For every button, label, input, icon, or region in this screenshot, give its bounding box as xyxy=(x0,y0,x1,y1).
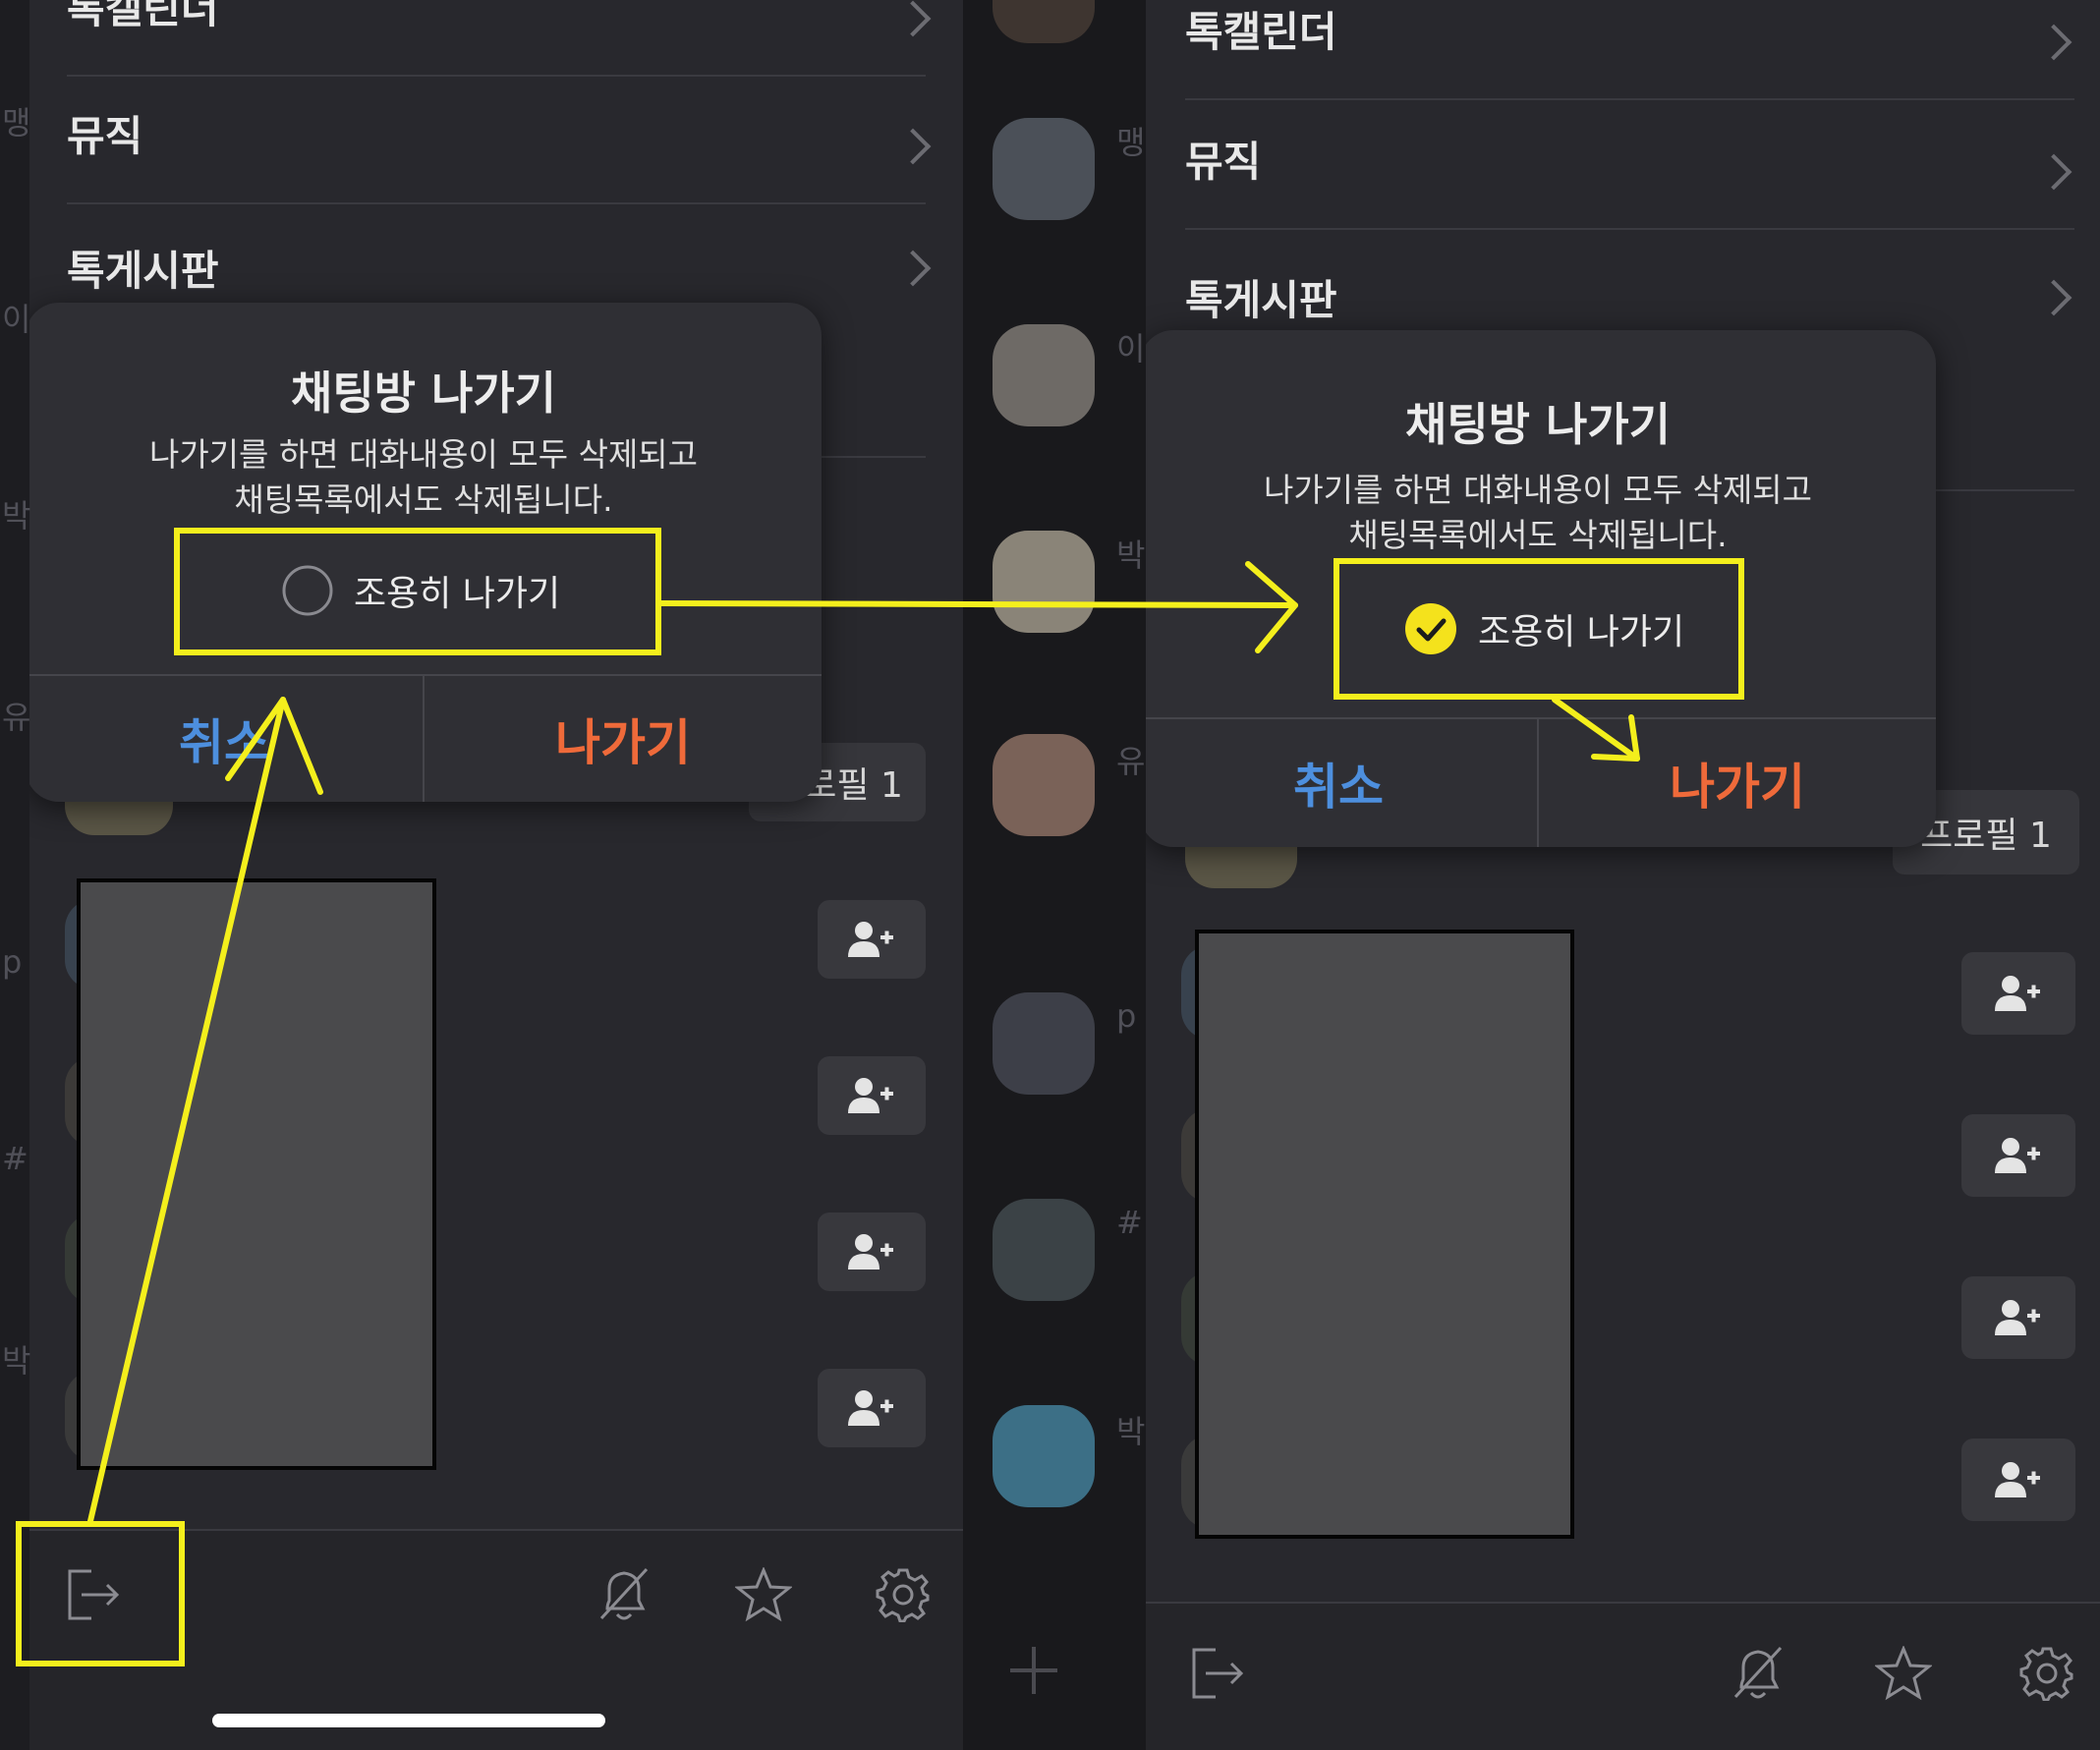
add-friend-icon xyxy=(848,922,893,957)
menu-item-label: 톡게시판 xyxy=(1185,276,1337,324)
highlight-box-quiet-leave-right xyxy=(1334,558,1744,700)
peek-letter: 박 xyxy=(1116,536,1146,574)
peek-letter: # xyxy=(2,1140,28,1177)
plus-icon xyxy=(1010,1647,1057,1694)
chevron-right-icon xyxy=(894,250,932,287)
menu-item-music[interactable]: 뮤직 xyxy=(1185,98,2074,230)
chat-avatar xyxy=(993,1199,1095,1301)
menu-item-label: 톡게시판 xyxy=(67,247,219,295)
chat-list-peek: 맹 이 박 유 p # 박 xyxy=(0,0,31,1750)
peek-letter: 유 xyxy=(2,699,31,736)
peek-letter: 이 xyxy=(2,301,31,338)
add-friend-button[interactable] xyxy=(818,900,926,979)
settings-button[interactable] xyxy=(2013,1639,2081,1708)
peek-letter: 박 xyxy=(1116,1413,1146,1450)
dialog-message-line2: 채팅목록에서도 삭제됩니다. xyxy=(234,480,613,519)
chevron-right-icon xyxy=(894,0,932,37)
menu-item-calendar[interactable]: 톡캘린더 xyxy=(1185,0,2074,100)
gear-icon xyxy=(876,1568,930,1622)
bell-off-icon xyxy=(599,1567,649,1620)
chevron-right-icon xyxy=(2035,24,2072,61)
peek-letter: 이 xyxy=(1116,330,1146,367)
redacted-member-list xyxy=(77,878,436,1470)
chat-avatar xyxy=(993,118,1095,220)
left-drawer-panel: 톡캘린더 뮤직 톡게시판 프로필 1 채팅방 나가기 나가기를 하면 대화내용이… xyxy=(29,0,963,1750)
exit-icon xyxy=(1192,1648,1244,1699)
peek-letter: p xyxy=(1116,997,1137,1035)
menu-item-label: 톡캘린더 xyxy=(67,0,219,32)
add-friend-icon xyxy=(848,1078,893,1113)
dialog-title: 채팅방 나가기 xyxy=(1405,398,1671,451)
dialog-title: 채팅방 나가기 xyxy=(291,367,556,420)
chevron-right-icon xyxy=(2035,153,2072,191)
settings-button[interactable] xyxy=(869,1560,937,1629)
highlight-box-exit-icon xyxy=(16,1521,185,1666)
add-friend-icon xyxy=(1995,1138,2040,1173)
add-friend-icon xyxy=(1995,1300,2040,1335)
add-friend-button[interactable] xyxy=(818,1369,926,1447)
dialog-message-line1: 나가기를 하면 대화내용이 모두 삭제되고 xyxy=(1263,471,1813,509)
exit-chatroom-button[interactable] xyxy=(1183,1639,1252,1708)
add-friend-icon xyxy=(1995,1462,2040,1497)
menu-item-calendar[interactable]: 톡캘린더 xyxy=(67,0,932,77)
star-icon xyxy=(735,1567,792,1622)
notification-off-button[interactable] xyxy=(590,1560,658,1629)
cancel-button[interactable]: 취소 xyxy=(1146,719,1537,847)
cancel-button[interactable]: 취소 xyxy=(29,676,423,802)
leave-button[interactable]: 나가기 xyxy=(1537,719,1936,847)
add-friend-button[interactable] xyxy=(818,1213,926,1291)
new-chat-button[interactable] xyxy=(1004,1641,1063,1700)
favorite-button[interactable] xyxy=(729,1560,798,1629)
chat-list-peek-right: 맹 이 박 유 p # 박 xyxy=(963,0,1146,1750)
dialog-buttons: 취소 나가기 xyxy=(29,674,822,802)
highlight-box-quiet-leave-left xyxy=(174,528,661,655)
menu-item-music[interactable]: 뮤직 xyxy=(67,77,932,204)
gear-icon xyxy=(2019,1647,2073,1701)
notification-off-button[interactable] xyxy=(1724,1639,1792,1708)
menu-item-label: 톡캘린더 xyxy=(1185,8,1337,56)
dialog-message-line2: 채팅목록에서도 삭제됩니다. xyxy=(1348,516,1728,554)
drawer-bottom-bar xyxy=(1146,1602,2100,1750)
profile-chip-label: 프로필 1 xyxy=(1920,816,2052,856)
peek-letter: p xyxy=(2,943,23,981)
add-friend-button[interactable] xyxy=(1961,1114,2075,1197)
add-friend-icon xyxy=(1995,976,2040,1011)
add-friend-button[interactable] xyxy=(1961,1439,2075,1521)
add-friend-button[interactable] xyxy=(1961,952,2075,1035)
chat-avatar xyxy=(993,992,1095,1095)
star-icon xyxy=(1875,1646,1932,1701)
peek-letter: 유 xyxy=(1116,743,1146,780)
peek-letter: 박 xyxy=(2,497,31,535)
add-friend-button[interactable] xyxy=(1961,1276,2075,1359)
bell-off-icon xyxy=(1733,1646,1783,1699)
dialog-message-line1: 나가기를 하면 대화내용이 모두 삭제되고 xyxy=(148,435,699,474)
chat-avatar xyxy=(993,1405,1095,1507)
chat-avatar xyxy=(993,324,1095,426)
chevron-right-icon xyxy=(894,128,932,165)
chat-avatar xyxy=(993,734,1095,836)
add-friend-icon xyxy=(848,1234,893,1270)
chat-avatar xyxy=(993,531,1095,633)
add-friend-icon xyxy=(848,1390,893,1426)
peek-letter: 박 xyxy=(2,1342,31,1380)
dialog-buttons: 취소 나가기 xyxy=(1146,717,1936,847)
chevron-right-icon xyxy=(2035,279,2072,316)
right-drawer-panel: 톡캘린더 뮤직 톡게시판 프로필 1 채팅방 나가기 나가기를 하면 대화내용이… xyxy=(1146,0,2100,1750)
favorite-button[interactable] xyxy=(1869,1639,1938,1708)
menu-item-label: 뮤직 xyxy=(1185,138,1262,186)
menu-item-label: 뮤직 xyxy=(67,112,143,160)
redacted-member-list xyxy=(1195,930,1574,1539)
home-indicator xyxy=(212,1714,605,1727)
chat-avatar xyxy=(993,0,1095,43)
peek-letter: 맹 xyxy=(1116,124,1146,161)
peek-letter: # xyxy=(1116,1204,1143,1241)
leave-button[interactable]: 나가기 xyxy=(423,676,822,802)
add-friend-button[interactable] xyxy=(818,1056,926,1135)
peek-letter: 맹 xyxy=(2,104,31,141)
